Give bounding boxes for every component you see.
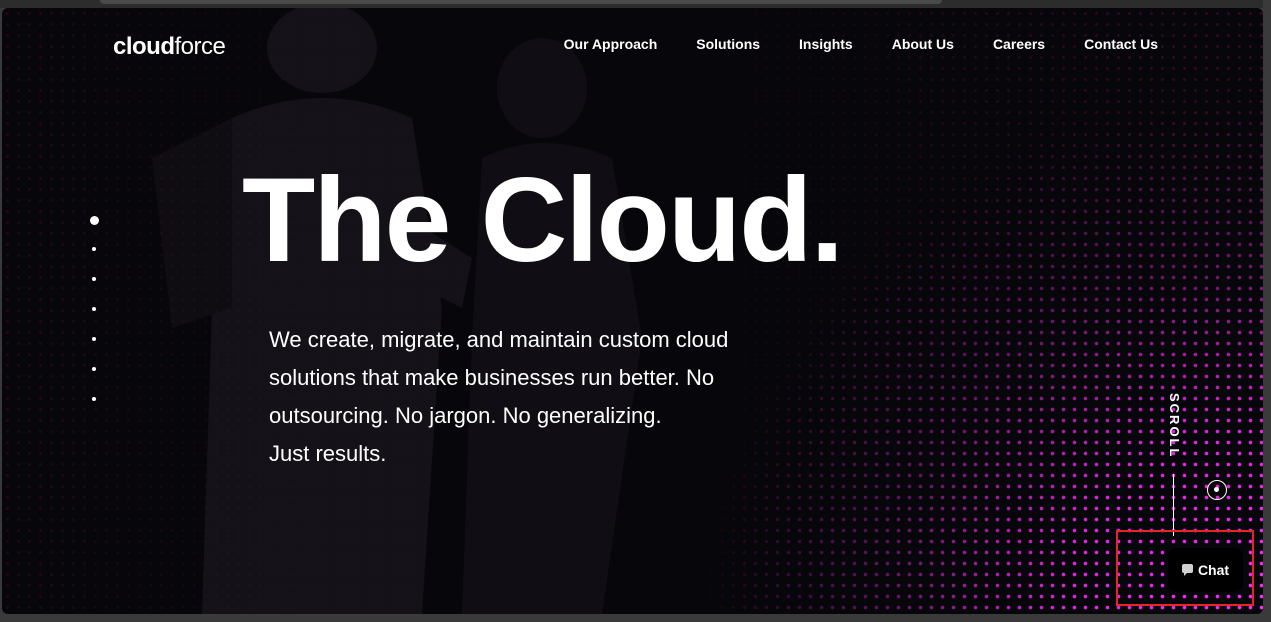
chat-button-label: Chat	[1197, 562, 1230, 578]
hero-description-line: Just results.	[269, 441, 387, 466]
chat-bubble-icon	[1181, 563, 1193, 576]
nav-item-careers[interactable]: Careers	[993, 36, 1045, 52]
slide-pagination	[88, 216, 100, 427]
slide-dot-4[interactable]	[92, 307, 96, 311]
scroll-label[interactable]: SCROLL	[1162, 393, 1182, 463]
nav-item-solutions[interactable]: Solutions	[696, 36, 760, 52]
hero-headline: The Cloud.	[242, 153, 844, 287]
scroll-indicator-circle[interactable]	[1207, 480, 1227, 500]
browser-frame-right	[1263, 0, 1271, 622]
chat-button[interactable]: Chat	[1168, 548, 1243, 592]
slide-dot-5[interactable]	[92, 337, 96, 341]
logo-text-cloud: cloud	[113, 33, 175, 60]
nav-item-insights[interactable]: Insights	[799, 36, 853, 52]
main-nav: Our Approach Solutions Insights About Us…	[525, 36, 1158, 52]
slide-dot-6[interactable]	[92, 367, 96, 371]
hero-description-line: solutions that make businesses run bette…	[269, 365, 715, 390]
slide-dot-1[interactable]	[89, 216, 99, 225]
nav-item-about-us[interactable]: About Us	[892, 36, 954, 52]
page-viewport: cloudforce Our Approach Solutions Insigh…	[2, 8, 1263, 614]
slide-dot-3[interactable]	[92, 277, 96, 281]
nav-item-contact-us[interactable]: Contact Us	[1084, 36, 1158, 52]
scroll-indicator-line	[1173, 474, 1174, 536]
browser-tab-bar	[100, 0, 942, 4]
logo-text-force: force	[174, 33, 226, 60]
hero-description-line: outsourcing. No jargon. No generalizing.	[269, 403, 662, 428]
hero-description-line: We create, migrate, and maintain custom …	[269, 327, 729, 352]
nav-item-our-approach[interactable]: Our Approach	[564, 36, 658, 52]
slide-dot-2[interactable]	[92, 247, 96, 251]
cloudforce-logo[interactable]: cloudforce	[113, 33, 226, 61]
background-dot-pattern	[2, 8, 1263, 614]
slide-dot-7[interactable]	[92, 397, 96, 401]
browser-frame-bottom	[0, 614, 1271, 622]
browser-top-frame	[0, 0, 1271, 8]
hero-description: We create, migrate, and maintain custom …	[269, 321, 789, 473]
